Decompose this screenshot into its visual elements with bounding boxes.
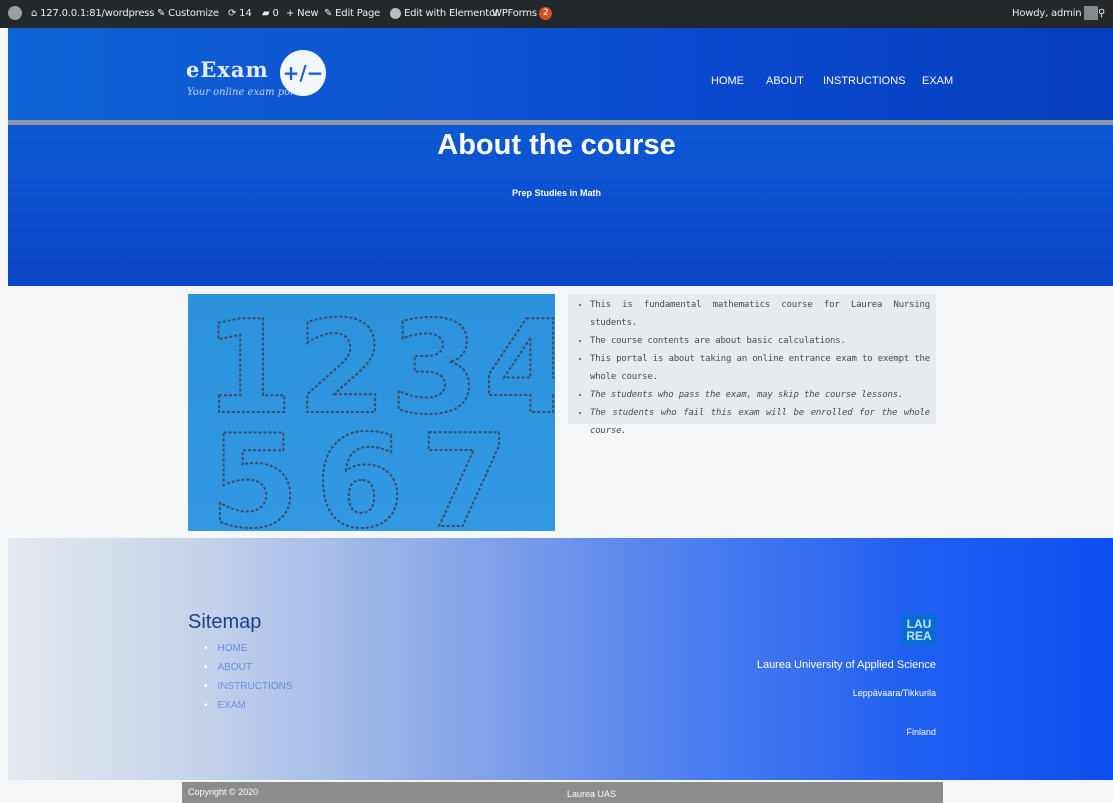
list-item: The students who fail this exam will be … bbox=[590, 404, 930, 440]
brush-icon: ✎ bbox=[157, 8, 169, 19]
list-item: This portal is about taking an online en… bbox=[590, 350, 930, 386]
admin-bar-customize[interactable]: ✎ Customize bbox=[157, 0, 219, 28]
sitemap-link-instructions[interactable]: INSTRUCTIONS bbox=[204, 681, 293, 692]
avatar bbox=[1084, 6, 1099, 20]
plus-minus-icon: +/− bbox=[280, 50, 326, 96]
sitemap-link-exam[interactable]: EXAM bbox=[204, 700, 246, 711]
admin-bar-site-link[interactable]: ⌂ 127.0.0.1:81/wordpress bbox=[31, 0, 155, 28]
course-info-box: This is fundamental mathematics course f… bbox=[568, 294, 936, 436]
sitemap-title: Sitemap bbox=[188, 611, 262, 633]
admin-bar-edit-elementor[interactable]: Edit with Elementor bbox=[390, 0, 499, 28]
campus-locations: Leppävaara/Tikkurila bbox=[852, 688, 936, 698]
admin-bar-howdy[interactable]: Howdy, admin bbox=[1012, 0, 1099, 28]
wp-admin-bar: ⌂ 127.0.0.1:81/wordpress ✎ Customize ⟳ 1… bbox=[0, 0, 1113, 28]
page-subtitle: Prep Studies in Math bbox=[511, 188, 601, 198]
university-name: Laurea University of Applied Science bbox=[756, 659, 936, 671]
nav-instructions[interactable]: INSTRUCTIONS bbox=[823, 75, 906, 87]
admin-bar-new[interactable]: + New bbox=[286, 0, 319, 28]
list-item: This is fundamental mathematics course f… bbox=[590, 296, 930, 332]
nav-exam[interactable]: EXAM bbox=[922, 75, 953, 87]
page-title: About the course bbox=[437, 129, 676, 161]
wpforms-badge: 2 bbox=[538, 6, 553, 20]
organization-name: Laurea UAS bbox=[567, 789, 617, 799]
elementor-icon bbox=[390, 7, 401, 19]
comment-icon: ▰ bbox=[262, 8, 273, 19]
site-logo[interactable]: eExam bbox=[186, 57, 269, 82]
site-header bbox=[8, 28, 1113, 120]
home-icon: ⌂ bbox=[31, 8, 41, 19]
content-section bbox=[8, 286, 1113, 538]
copyright-text: Copyright © 2020 bbox=[188, 787, 259, 797]
sitemap-link-home[interactable]: HOME bbox=[204, 643, 248, 654]
refresh-icon: ⟳ bbox=[228, 8, 240, 19]
pencil-icon: ✎ bbox=[324, 8, 336, 19]
plus-icon: + bbox=[286, 8, 298, 19]
sitemap-link-about[interactable]: ABOUT bbox=[204, 662, 252, 673]
nav-home[interactable]: HOME bbox=[711, 75, 744, 87]
list-item: The course contents are about basic calc… bbox=[590, 332, 930, 350]
admin-bar-comments[interactable]: ▰ 0 bbox=[262, 0, 279, 28]
wordpress-logo-icon[interactable] bbox=[8, 0, 25, 28]
bottom-bar bbox=[182, 782, 943, 803]
admin-bar-wpforms[interactable]: WPForms 2 bbox=[492, 0, 553, 28]
country: Finland bbox=[906, 727, 936, 737]
admin-bar-updates[interactable]: ⟳ 14 bbox=[228, 0, 252, 28]
nav-about[interactable]: ABOUT bbox=[766, 75, 804, 87]
list-item: The students who pass the exam, may skip… bbox=[590, 386, 930, 404]
search-icon[interactable]: ⚲ bbox=[1098, 0, 1105, 28]
site-footer bbox=[8, 538, 1113, 780]
admin-bar-edit-page[interactable]: ✎ Edit Page bbox=[324, 0, 380, 28]
numbers-image: 1234 567 bbox=[188, 294, 555, 531]
laurea-logo: LAU REA bbox=[901, 614, 937, 646]
numbers-row2: 567 bbox=[210, 408, 525, 531]
